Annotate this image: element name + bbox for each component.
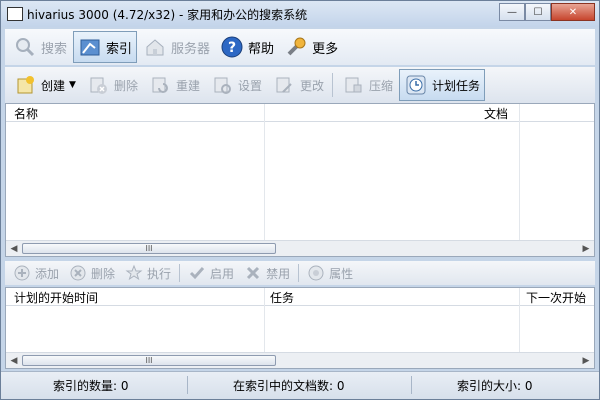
delete-icon bbox=[69, 264, 87, 282]
add-task-button[interactable]: 添加 bbox=[9, 262, 63, 284]
toolbar-separator bbox=[298, 264, 300, 282]
settings-button[interactable]: 设置 bbox=[206, 69, 266, 101]
delete-index-label: 删除 bbox=[113, 78, 138, 93]
chevron-down-icon[interactable]: ▼ bbox=[69, 80, 76, 90]
clock-icon bbox=[404, 73, 428, 97]
scroll-right-icon[interactable]: ▶ bbox=[580, 243, 592, 255]
status-divider bbox=[187, 376, 188, 394]
more-label: 更多 bbox=[312, 41, 339, 57]
delete-icon bbox=[86, 73, 110, 97]
minimize-button[interactable]: — bbox=[499, 3, 525, 21]
edit-icon bbox=[272, 73, 296, 97]
column-start-time[interactable]: 计划的开始时间 bbox=[14, 289, 98, 306]
gear-icon bbox=[210, 73, 234, 97]
scroll-thumb[interactable]: III bbox=[22, 243, 276, 254]
help-button[interactable]: ? 帮助 bbox=[216, 31, 278, 63]
status-index-count: 索引的数量: 0 bbox=[53, 379, 129, 393]
status-index-size: 索引的大小: 0 bbox=[457, 379, 533, 393]
column-divider bbox=[519, 288, 520, 352]
modify-button[interactable]: 更改 bbox=[268, 69, 328, 101]
close-button[interactable]: ✕ bbox=[551, 3, 595, 21]
column-name[interactable]: 名称 bbox=[14, 105, 38, 122]
delete-task-label: 删除 bbox=[91, 266, 116, 281]
toolbar-separator bbox=[332, 73, 333, 97]
enable-task-label: 启用 bbox=[210, 266, 235, 281]
scheduled-tasks-label: 计划任务 bbox=[432, 78, 481, 93]
disable-task-button[interactable]: 禁用 bbox=[240, 262, 294, 284]
compress-icon bbox=[341, 73, 365, 97]
main-toolbar: 搜索 索引 服务器 ? 帮助 更多 bbox=[5, 29, 595, 65]
create-icon bbox=[13, 73, 37, 97]
index-hscrollbar[interactable]: ◀ III ▶ bbox=[6, 240, 594, 256]
scroll-left-icon[interactable]: ◀ bbox=[8, 243, 20, 255]
column-divider bbox=[264, 104, 265, 240]
app-window: hivarius 3000 (4.72/x32) - 家用和办公的搜索系统 — … bbox=[0, 0, 600, 400]
search-button[interactable]: 搜索 bbox=[9, 31, 71, 63]
compress-label: 压缩 bbox=[369, 78, 394, 93]
index-table: 名称 文档 ◀ III ▶ bbox=[5, 103, 595, 257]
scroll-left-icon[interactable]: ◀ bbox=[8, 355, 20, 367]
maximize-button[interactable]: ☐ bbox=[525, 3, 551, 21]
window-controls: — ☐ ✕ bbox=[499, 3, 595, 21]
enable-task-button[interactable]: 启用 bbox=[184, 262, 238, 284]
scroll-thumb[interactable]: III bbox=[22, 355, 276, 366]
cross-icon bbox=[244, 264, 262, 282]
question-icon: ? bbox=[220, 35, 244, 59]
create-label: 创建 bbox=[41, 78, 66, 93]
index-table-header: 名称 文档 bbox=[6, 104, 594, 122]
properties-icon bbox=[307, 264, 325, 282]
checkmark-icon bbox=[188, 264, 206, 282]
add-icon bbox=[13, 264, 31, 282]
task-table: 计划的开始时间 任务 下一次开始 ◀ III ▶ bbox=[5, 287, 595, 369]
settings-label: 设置 bbox=[237, 78, 262, 93]
scroll-right-icon[interactable]: ▶ bbox=[580, 355, 592, 367]
status-document-count: 在索引中的文档数: 0 bbox=[233, 379, 345, 393]
scheduled-tasks-button[interactable]: 计划任务 bbox=[399, 69, 486, 101]
magnifier-icon bbox=[13, 35, 37, 59]
create-button[interactable]: 创建 ▼ bbox=[9, 69, 80, 101]
title-bar[interactable]: hivarius 3000 (4.72/x32) - 家用和办公的搜索系统 — … bbox=[1, 1, 599, 27]
run-task-label: 执行 bbox=[147, 266, 172, 281]
index-icon bbox=[78, 35, 102, 59]
rebuild-button[interactable]: 重建 bbox=[144, 69, 204, 101]
properties-button[interactable]: 属性 bbox=[303, 262, 357, 284]
delete-index-button[interactable]: 删除 bbox=[82, 69, 142, 101]
house-icon bbox=[143, 35, 167, 59]
help-label: 帮助 bbox=[248, 41, 275, 57]
status-divider bbox=[411, 376, 412, 394]
search-label: 搜索 bbox=[41, 41, 68, 57]
index-label: 索引 bbox=[106, 41, 133, 57]
column-next-start[interactable]: 下一次开始 bbox=[526, 289, 586, 306]
delete-task-button[interactable]: 删除 bbox=[65, 262, 119, 284]
task-table-header: 计划的开始时间 任务 下一次开始 bbox=[6, 288, 594, 306]
server-button[interactable]: 服务器 bbox=[139, 31, 214, 63]
modify-label: 更改 bbox=[299, 78, 324, 93]
rebuild-label: 重建 bbox=[175, 78, 200, 93]
column-divider bbox=[519, 104, 520, 240]
index-toolbar: 创建 ▼ 删除 重建 设置 更改 压缩 计划任务 bbox=[5, 67, 595, 103]
svg-text:?: ? bbox=[228, 40, 236, 56]
add-task-label: 添加 bbox=[35, 266, 60, 281]
rebuild-icon bbox=[148, 73, 172, 97]
app-icon bbox=[7, 7, 23, 21]
index-button[interactable]: 索引 bbox=[73, 31, 138, 63]
task-hscrollbar[interactable]: ◀ III ▶ bbox=[6, 352, 594, 368]
server-label: 服务器 bbox=[171, 41, 211, 57]
column-documents[interactable]: 文档 bbox=[484, 105, 508, 122]
disable-task-label: 禁用 bbox=[266, 266, 291, 281]
compress-button[interactable]: 压缩 bbox=[337, 69, 397, 101]
window-title: hivarius 3000 (4.72/x32) - 家用和办公的搜索系统 bbox=[27, 7, 308, 22]
star-icon bbox=[125, 264, 143, 282]
run-task-button[interactable]: 执行 bbox=[121, 262, 175, 284]
wrench-icon bbox=[284, 35, 308, 59]
toolbar-separator bbox=[179, 264, 181, 282]
status-bar: 索引的数量: 0 在索引中的文档数: 0 索引的大小: 0 bbox=[1, 371, 599, 399]
column-divider bbox=[264, 288, 265, 352]
column-task[interactable]: 任务 bbox=[270, 289, 294, 306]
task-toolbar: 添加 删除 执行 启用 禁用 属性 bbox=[5, 261, 595, 285]
properties-label: 属性 bbox=[329, 266, 354, 281]
more-button[interactable]: 更多 bbox=[280, 31, 342, 63]
